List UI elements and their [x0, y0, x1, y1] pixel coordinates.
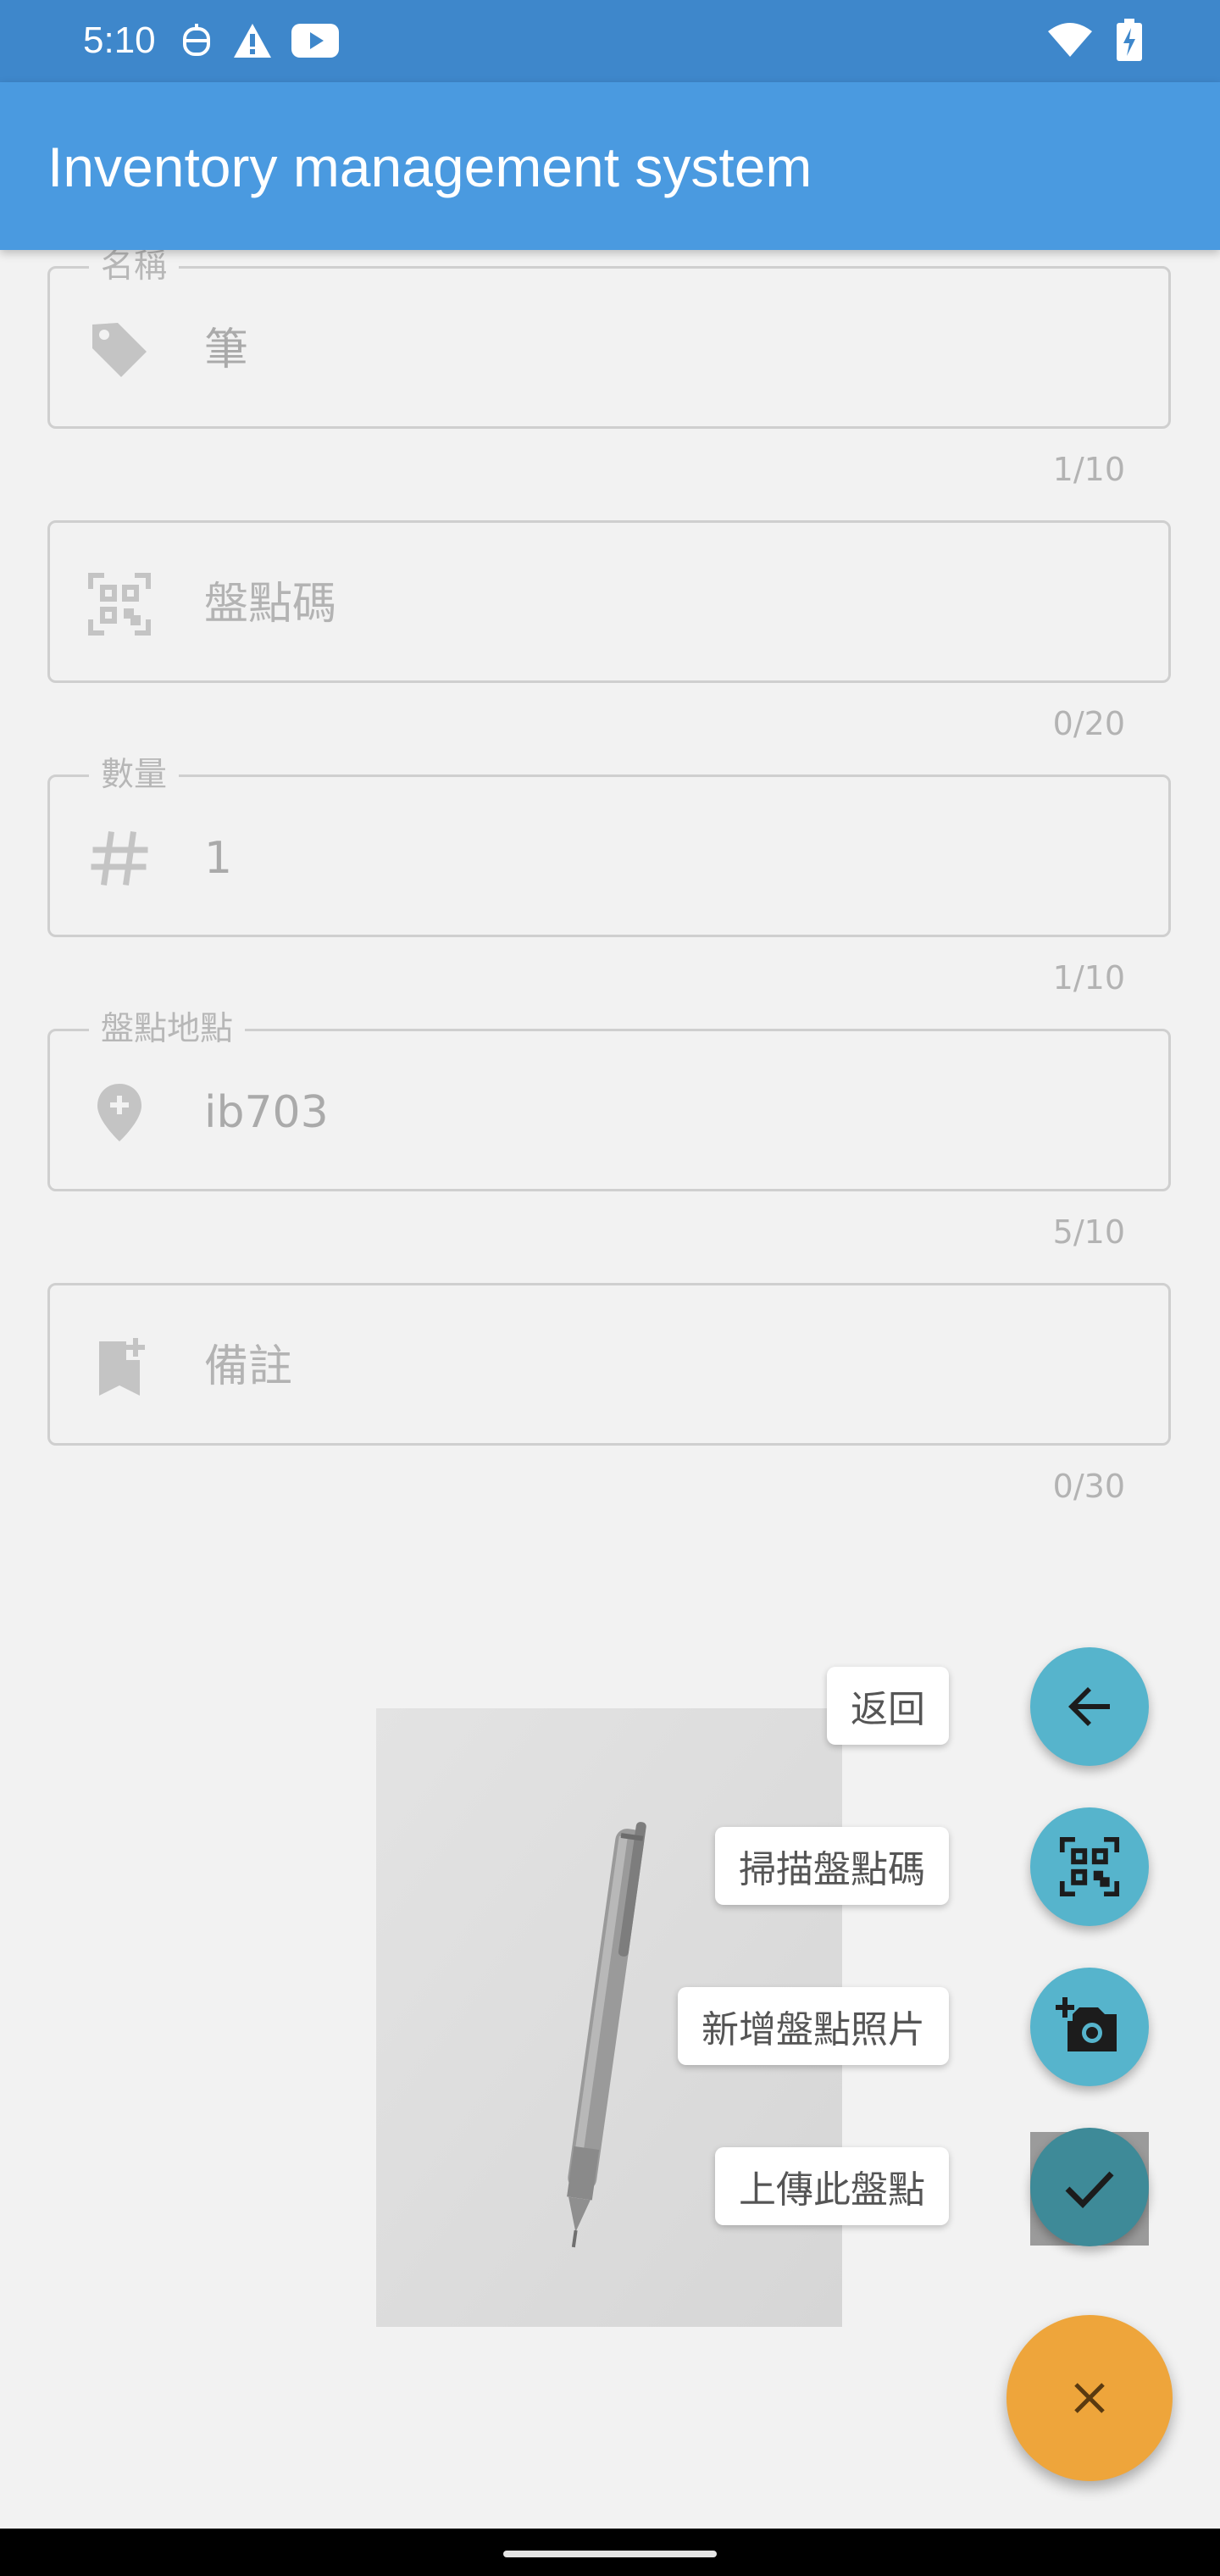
robot-icon	[180, 22, 214, 63]
code-field[interactable]: 盤點碼	[47, 520, 1171, 683]
app-bar: Inventory management system	[0, 82, 1220, 250]
app-title: Inventory management system	[47, 136, 812, 198]
check-icon	[1065, 2171, 1114, 2209]
arrow-back-icon	[1068, 1687, 1110, 1726]
battery-charging-icon	[1117, 19, 1142, 64]
add-camera-icon	[1056, 1997, 1117, 2051]
qr-code-scan-icon	[1059, 1836, 1120, 1897]
hash-icon	[87, 826, 152, 891]
quantity-field-value: 1	[204, 833, 233, 884]
tag-icon	[87, 318, 152, 382]
speed-dial-toggle-button[interactable]	[1006, 2315, 1173, 2481]
location-field-counter: 5/10	[1052, 1213, 1125, 1251]
status-time: 5:10	[83, 19, 156, 61]
note-field[interactable]: 備註	[47, 1283, 1171, 1446]
scan-button[interactable]	[1030, 1807, 1149, 1926]
code-field-counter: 0/20	[1052, 705, 1125, 742]
name-field[interactable]: 名稱 筆	[47, 248, 1171, 429]
close-icon	[1074, 2383, 1105, 2413]
location-field-label: 盤點地點	[89, 1011, 246, 1048]
home-gesture-handle[interactable]	[503, 2551, 717, 2557]
location-field[interactable]: 盤點地點 ib703	[47, 1011, 1171, 1191]
warning-icon	[232, 22, 273, 63]
location-field-value: ib703	[204, 1087, 329, 1138]
wifi-icon	[1047, 21, 1093, 62]
status-notification-icons	[180, 22, 339, 63]
note-field-counter: 0/30	[1052, 1468, 1125, 1505]
youtube-icon	[291, 24, 339, 61]
add-photo-button[interactable]	[1030, 1968, 1149, 2086]
quantity-field-label: 數量	[89, 757, 180, 794]
back-label[interactable]: 返回	[827, 1667, 949, 1745]
bookmark-add-icon	[87, 1335, 152, 1399]
quantity-field-counter: 1/10	[1052, 959, 1125, 997]
qr-code-icon	[87, 572, 152, 636]
location-add-icon	[87, 1080, 152, 1145]
name-field-value: 筆	[204, 325, 249, 375]
note-field-placeholder: 備註	[204, 1341, 293, 1392]
name-field-label: 名稱	[89, 248, 180, 286]
code-field-placeholder: 盤點碼	[204, 579, 337, 630]
upload-button[interactable]	[1030, 2128, 1149, 2246]
name-field-counter: 1/10	[1052, 451, 1125, 488]
upload-label[interactable]: 上傳此盤點	[715, 2147, 949, 2225]
add-photo-label[interactable]: 新增盤點照片	[678, 1987, 949, 2065]
scan-label[interactable]: 掃描盤點碼	[715, 1827, 949, 1905]
back-button[interactable]	[1030, 1647, 1149, 1766]
quantity-field[interactable]: 數量 1	[47, 757, 1171, 937]
status-system-icons	[1047, 19, 1142, 64]
